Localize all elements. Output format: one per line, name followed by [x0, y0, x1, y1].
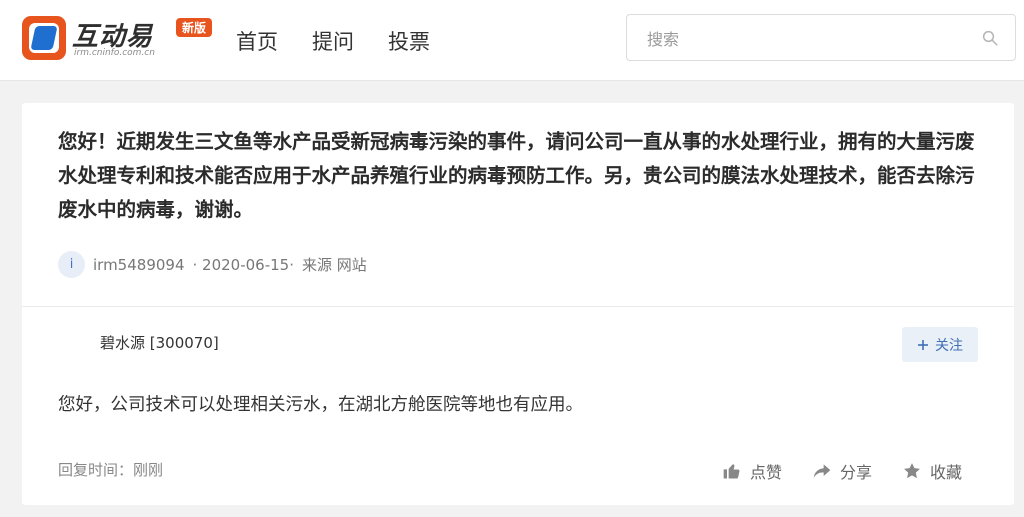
nav-home[interactable]: 首页 [236, 26, 278, 56]
nav-ask[interactable]: 提问 [312, 26, 354, 56]
thumbs-up-icon [723, 464, 740, 479]
question-source: 来源 网站 [301, 256, 367, 274]
reply-time: 回复时间：刚刚 [58, 461, 164, 479]
reply-actions: 点赞 分享 收藏 [722, 459, 962, 483]
user-avatar[interactable]: i [58, 251, 85, 278]
search-icon[interactable] [981, 29, 999, 47]
answer-text: 您好，公司技术可以处理相关污水，在湖北方舱医院等地也有应用。 [58, 395, 583, 415]
company-name[interactable]: 碧水源 [300070] [100, 332, 219, 353]
collect-button[interactable]: 收藏 [902, 459, 962, 483]
search-input[interactable] [645, 27, 969, 51]
collect-label: 收藏 [930, 463, 963, 482]
question-text: 您好！近期发生三文鱼等水产品受新冠病毒污染的事件，请问公司一直从事的水处理行业，… [58, 130, 975, 221]
logo-mark-icon [22, 16, 66, 60]
question-date: · 2020-06-15· [192, 255, 294, 274]
top-header: 互动易 irm.cninfo.com.cn 新版 首页 提问 投票 [0, 0, 1024, 81]
share-label: 分享 [840, 463, 873, 482]
nav-vote[interactable]: 投票 [388, 26, 430, 56]
search-box [626, 14, 1016, 61]
like-label: 点赞 [750, 463, 783, 482]
site-logo[interactable]: 互动易 irm.cninfo.com.cn 新版 [22, 14, 222, 62]
like-button[interactable]: 点赞 [722, 459, 782, 483]
follow-button[interactable]: 关注 [902, 327, 978, 362]
new-version-badge: 新版 [176, 18, 213, 37]
plus-icon [918, 339, 928, 350]
question-user[interactable]: irm5489094 [93, 256, 185, 274]
divider [22, 306, 1014, 307]
qa-card: 您好！近期发生三文鱼等水产品受新冠病毒污染的事件，请问公司一直从事的水处理行业，… [22, 103, 1014, 505]
star-icon [904, 463, 920, 479]
main-nav: 首页 提问 投票 [236, 26, 430, 56]
logo-subtitle: irm.cninfo.com.cn [74, 48, 155, 58]
share-icon [813, 464, 831, 478]
question-meta: i irm5489094 · 2020-06-15· 来源 网站 [58, 251, 367, 278]
follow-label: 关注 [935, 337, 963, 354]
share-button[interactable]: 分享 [812, 459, 872, 483]
